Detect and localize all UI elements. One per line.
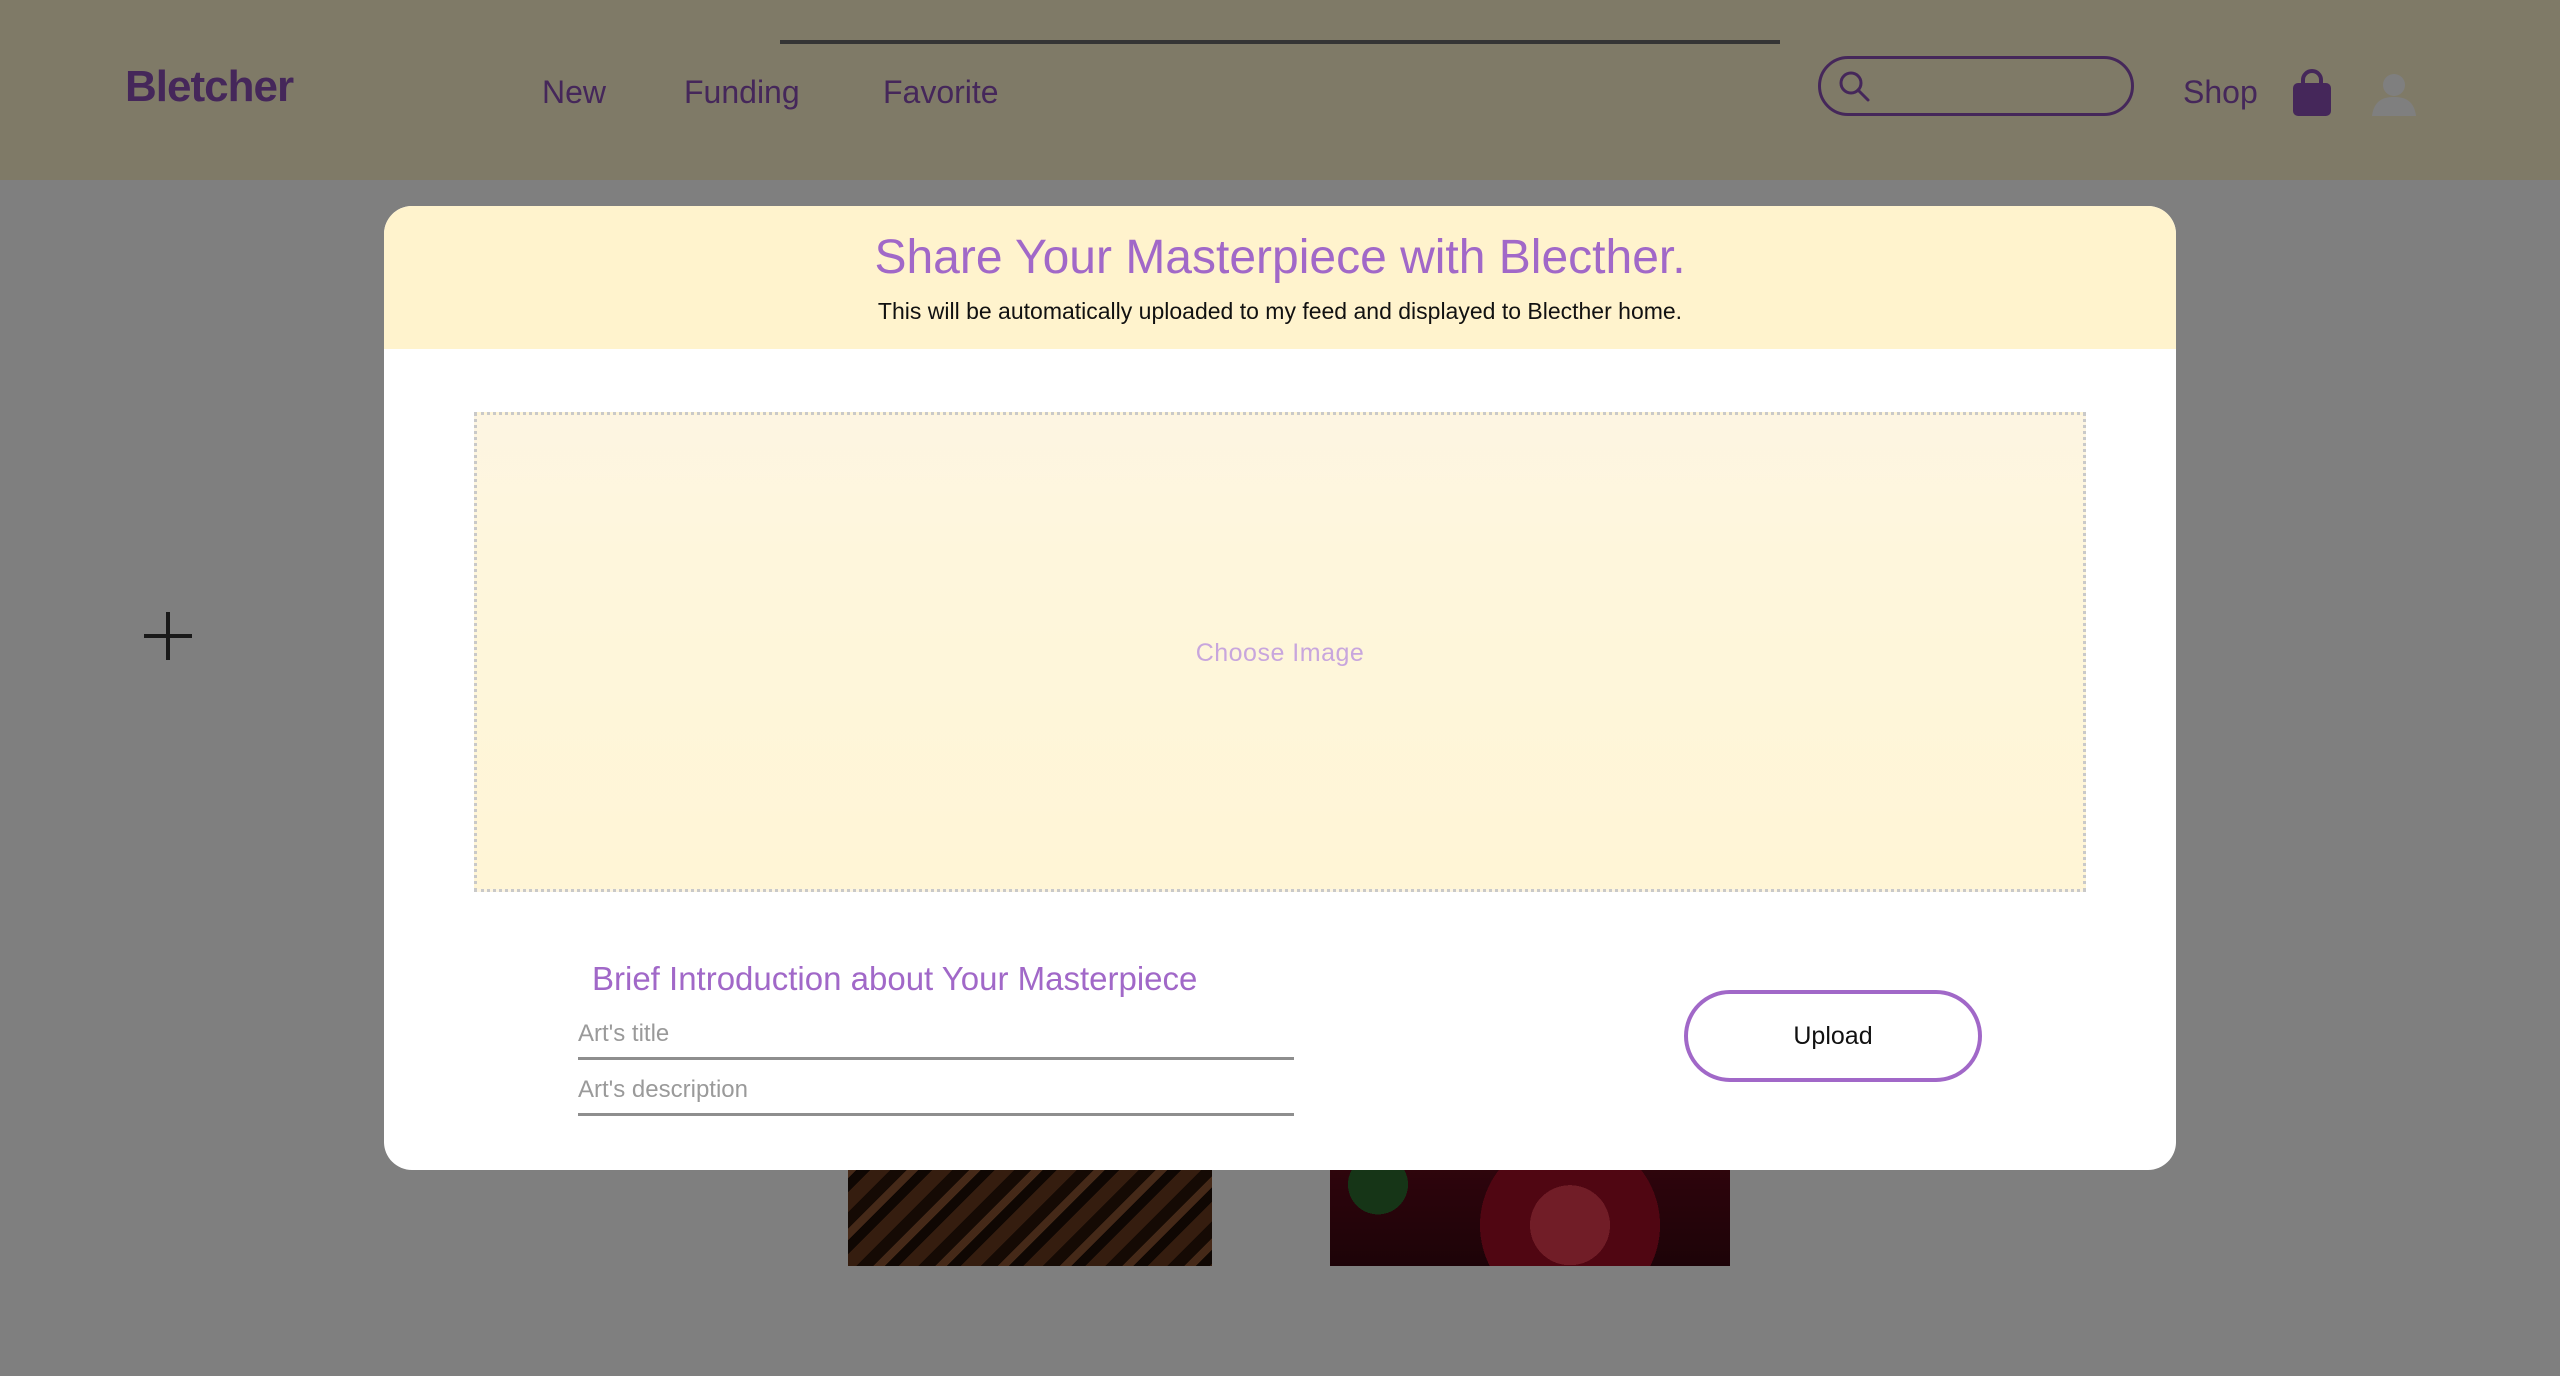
choose-image-label[interactable]: Choose Image [477,639,2083,668]
art-description-input[interactable] [578,1072,1294,1116]
image-drop-zone[interactable]: Choose Image [474,412,2086,892]
art-title-input[interactable] [578,1016,1294,1060]
intro-heading: Brief Introduction about Your Masterpiec… [592,960,1198,997]
modal-subtitle: This will be automatically uploaded to m… [877,298,1683,324]
modal-header: Share Your Masterpiece with Blecther. Th… [384,206,2176,349]
modal-title: Share Your Masterpiece with Blecther. [874,231,1686,284]
upload-button[interactable]: Upload [1684,990,1982,1082]
upload-modal: Share Your Masterpiece with Blecther. Th… [384,206,2176,1170]
